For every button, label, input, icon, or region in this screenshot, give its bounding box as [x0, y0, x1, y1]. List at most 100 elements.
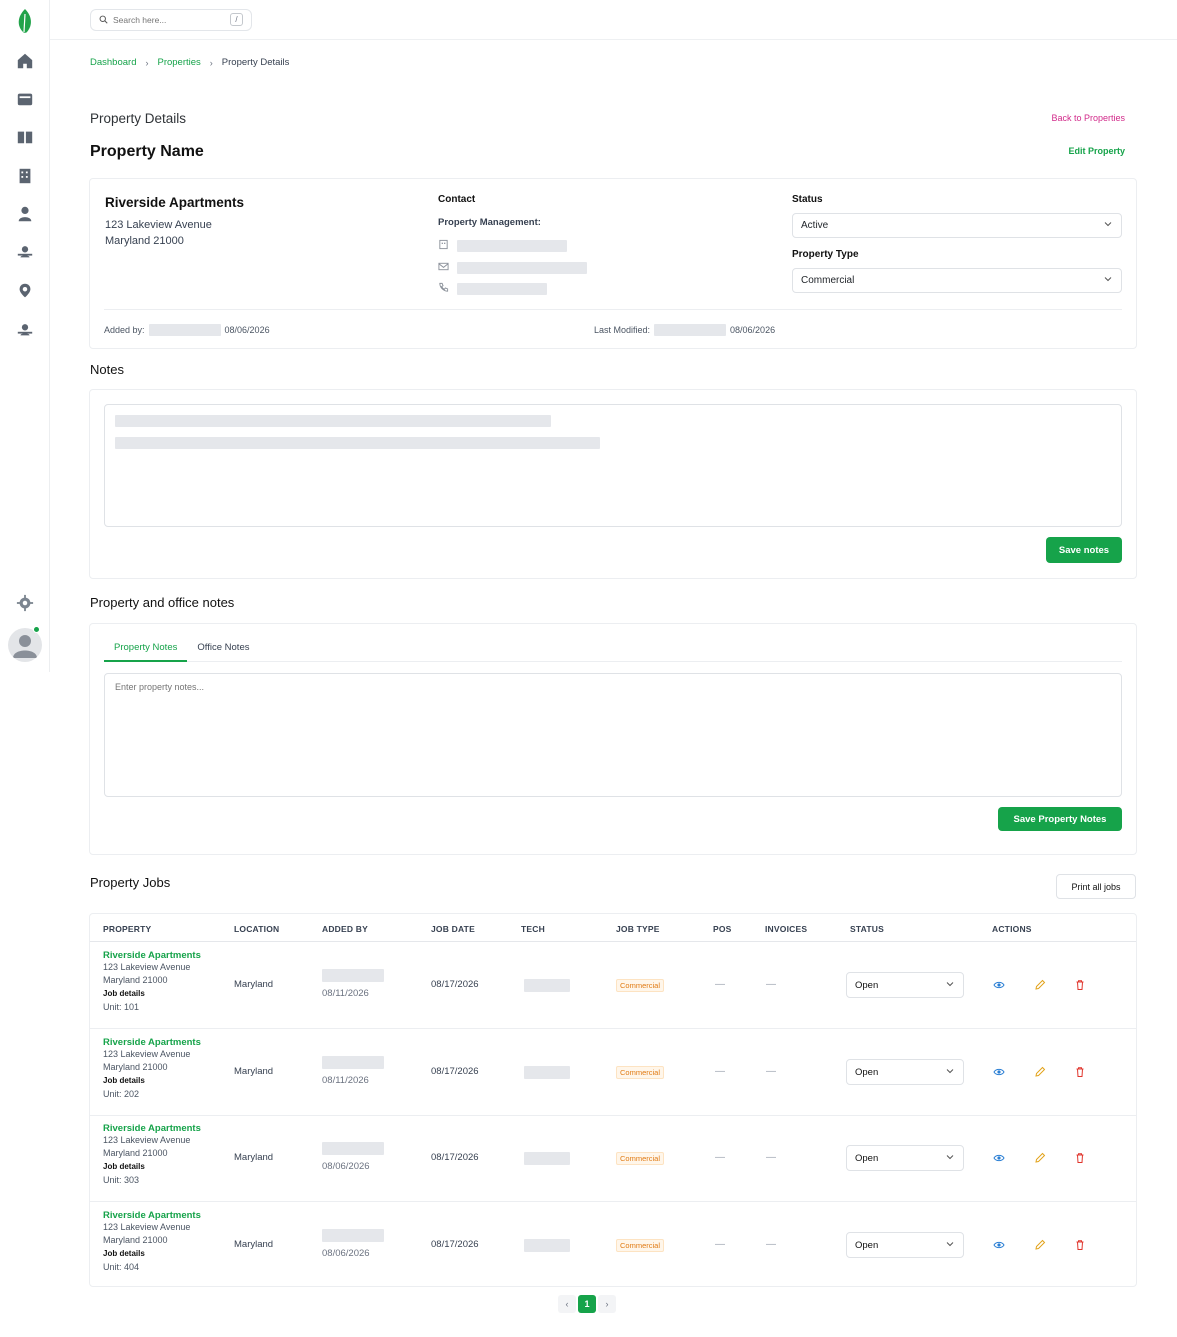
job-property-link[interactable]: Riverside Apartments — [103, 1123, 228, 1134]
job-status-value: Open — [855, 1239, 879, 1251]
view-eye-icon[interactable] — [992, 1065, 1006, 1079]
search-box[interactable]: / — [90, 9, 252, 31]
delete-trash-icon[interactable] — [1073, 1238, 1087, 1252]
job-status-select[interactable]: Open — [846, 972, 964, 998]
tab-property-notes[interactable]: Property Notes — [104, 642, 188, 662]
contact-title: Contact — [438, 194, 476, 205]
job-details-link[interactable]: Job details — [103, 1162, 228, 1171]
settings-gear-icon[interactable] — [15, 593, 35, 613]
property-type-select[interactable]: Commercial — [792, 268, 1122, 293]
view-eye-icon[interactable] — [992, 978, 1006, 992]
job-status-value: Open — [855, 1152, 879, 1164]
pagination-prev[interactable]: ‹ — [558, 1295, 576, 1313]
property-management-label: Property Management: — [438, 217, 541, 228]
job-status-select[interactable]: Open — [846, 1232, 964, 1258]
job-address-line2: Maryland 21000 — [103, 1062, 168, 1072]
job-property-link[interactable]: Riverside Apartments — [103, 950, 228, 961]
technician-icon[interactable] — [15, 204, 35, 224]
redacted-tech — [524, 1066, 570, 1079]
job-date: 08/17/2026 — [431, 1152, 479, 1163]
breadcrumb-properties[interactable]: Properties — [157, 57, 200, 68]
property-notes-textarea[interactable] — [104, 673, 1122, 797]
notes-card: Save notes — [89, 389, 1137, 579]
job-pos: — — [715, 979, 725, 990]
view-eye-icon[interactable] — [992, 1151, 1006, 1165]
job-property-link[interactable]: Riverside Apartments — [103, 1037, 228, 1048]
redacted-added-by — [322, 1229, 384, 1242]
redacted-tech — [524, 1239, 570, 1252]
jobs-table: PROPERTY LOCATION ADDED BY JOB DATE TECH… — [89, 913, 1137, 1287]
job-invoices: — — [766, 1066, 776, 1077]
notes-tabs: Property Notes Office Notes — [104, 642, 259, 662]
job-address-line2: Maryland 21000 — [103, 975, 168, 985]
status-value: Active — [801, 220, 829, 231]
save-notes-button[interactable]: Save notes — [1046, 537, 1122, 563]
col-invoices: INVOICES — [765, 924, 808, 934]
last-modified-label: Last Modified: — [594, 325, 651, 335]
search-input[interactable] — [113, 15, 223, 25]
job-address-line1: 123 Lakeview Avenue — [103, 1222, 191, 1232]
save-property-notes-button[interactable]: Save Property Notes — [998, 807, 1122, 831]
phone-icon — [438, 280, 449, 298]
job-details-link[interactable]: Job details — [103, 1076, 228, 1085]
edit-pencil-icon[interactable] — [1033, 978, 1047, 992]
job-details-link[interactable]: Job details — [103, 989, 228, 998]
home-icon[interactable] — [15, 51, 35, 71]
job-type-badge: Commercial — [616, 1066, 665, 1079]
redacted-modified-by — [654, 324, 727, 336]
print-all-jobs-button[interactable]: Print all jobs — [1056, 874, 1136, 899]
pagination-page-1[interactable]: 1 — [578, 1295, 596, 1313]
added-by-label: Added by: — [104, 325, 145, 335]
edit-pencil-icon[interactable] — [1033, 1238, 1047, 1252]
chevron-down-icon — [1103, 274, 1113, 287]
redacted-company — [457, 240, 567, 252]
mail-icon — [438, 259, 449, 277]
notes-content[interactable] — [104, 404, 1122, 527]
users-icon[interactable] — [15, 320, 35, 340]
divider — [104, 309, 1122, 310]
job-property-link[interactable]: Riverside Apartments — [103, 1210, 228, 1221]
inbox-icon[interactable] — [15, 89, 35, 109]
status-select[interactable]: Active — [792, 213, 1122, 238]
job-details-link[interactable]: Job details — [103, 1249, 228, 1258]
job-status-select[interactable]: Open — [846, 1059, 964, 1085]
table-row: Riverside Apartments 123 Lakeview Avenue M… — [90, 1202, 1136, 1289]
user-avatar[interactable] — [8, 628, 42, 662]
chevron-down-icon — [1103, 219, 1113, 232]
breadcrumb: Dashboard › Properties › Property Detail… — [90, 57, 289, 68]
view-eye-icon[interactable] — [992, 1238, 1006, 1252]
building-icon[interactable] — [15, 166, 35, 186]
job-status-select[interactable]: Open — [846, 1145, 964, 1171]
property-office-notes-title: Property and office notes — [90, 595, 235, 610]
job-location: Maryland — [234, 979, 274, 990]
edit-pencil-icon[interactable] — [1033, 1151, 1047, 1165]
delete-trash-icon[interactable] — [1073, 1065, 1087, 1079]
location-pin-icon[interactable] — [15, 281, 35, 301]
pagination-next[interactable]: › — [598, 1295, 616, 1313]
table-row: Riverside Apartments 123 Lakeview Avenue M… — [90, 1029, 1136, 1116]
property-info-card: Riverside Apartments 123 Lakeview Avenue… — [89, 178, 1137, 349]
property-name: Riverside Apartments — [105, 195, 245, 210]
tab-office-notes[interactable]: Office Notes — [187, 642, 259, 662]
job-location: Maryland — [234, 1152, 274, 1163]
back-to-properties-link[interactable]: Back to Properties — [1051, 113, 1125, 123]
col-job-date: JOB DATE — [431, 924, 475, 934]
leaf-logo-icon[interactable] — [13, 8, 37, 34]
edit-pencil-icon[interactable] — [1033, 1065, 1047, 1079]
redacted-note-line — [115, 437, 600, 449]
job-date: 08/17/2026 — [431, 979, 479, 990]
delete-trash-icon[interactable] — [1073, 1151, 1087, 1165]
property-office-notes-card: Property Notes Office Notes Save Propert… — [89, 623, 1137, 855]
modified-date: 08/06/2026 — [730, 325, 776, 335]
added-date: 08/06/2026 — [224, 325, 270, 335]
job-invoices: — — [766, 1239, 776, 1250]
team-icon[interactable] — [15, 242, 35, 262]
top-bar: / — [50, 0, 1177, 40]
job-unit: Unit: 404 — [103, 1262, 140, 1272]
book-icon[interactable] — [15, 127, 35, 147]
redacted-added-by — [148, 324, 221, 336]
delete-trash-icon[interactable] — [1073, 978, 1087, 992]
property-address-line2: Maryland 21000 — [105, 235, 184, 247]
edit-property-link[interactable]: Edit Property — [1068, 146, 1125, 156]
breadcrumb-dashboard[interactable]: Dashboard — [90, 57, 136, 68]
